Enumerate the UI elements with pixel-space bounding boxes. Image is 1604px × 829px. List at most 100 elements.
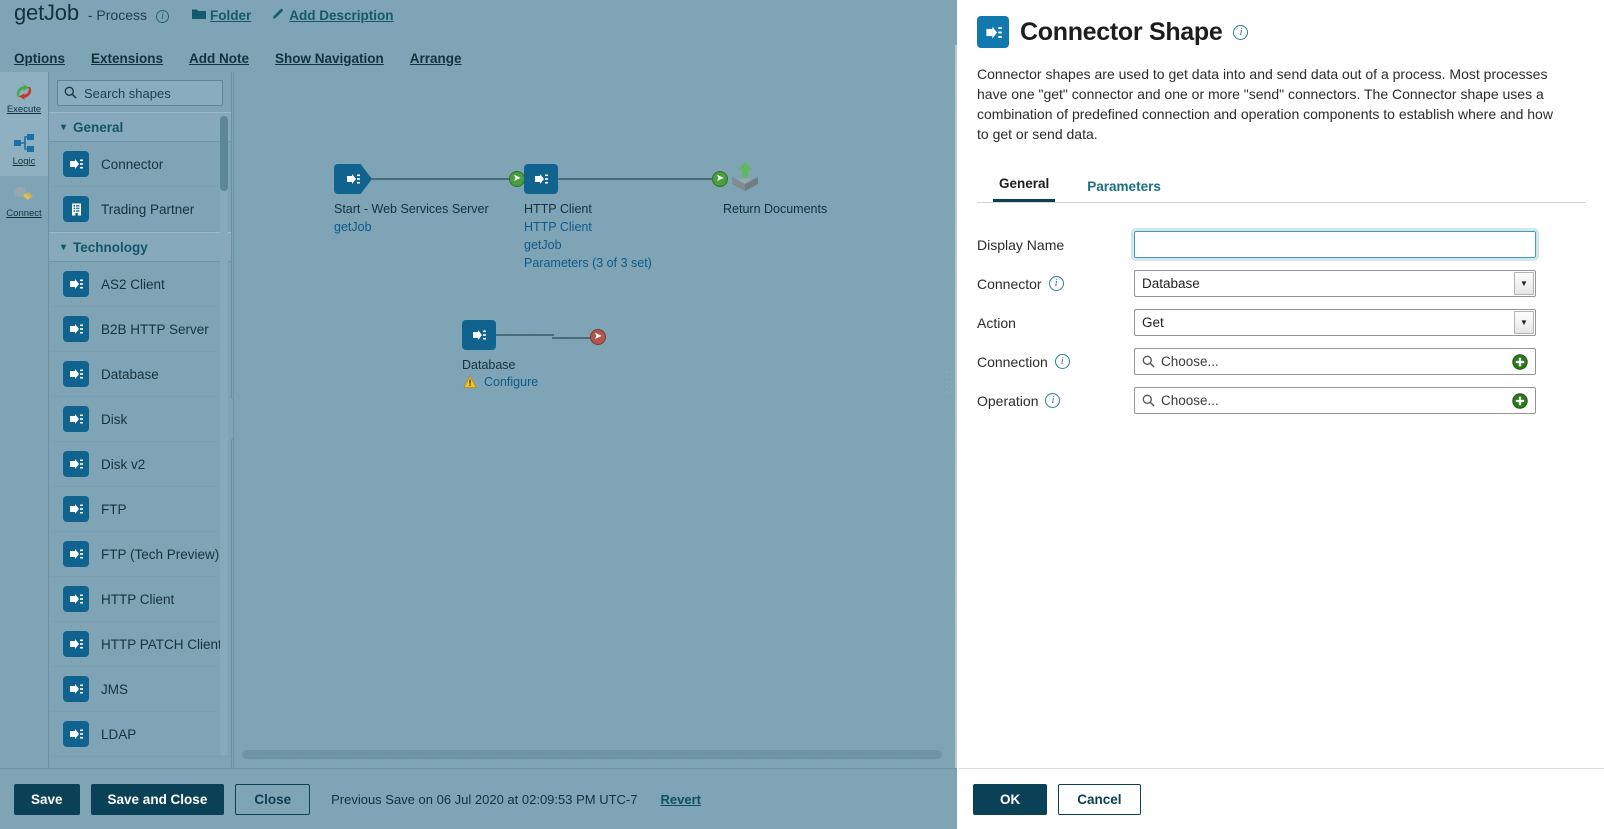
node-start-link[interactable]: getJob [334, 220, 372, 234]
caret-down-icon[interactable]: ▼ [1514, 272, 1534, 295]
folder-button[interactable]: Folder [191, 8, 251, 23]
process-type-label: - Process [87, 7, 147, 23]
dialog-description: Connector shapes are used to get data in… [977, 66, 1553, 142]
node-http-link-getjob[interactable]: getJob [524, 238, 562, 252]
search-icon [1142, 355, 1155, 368]
connector-shape-icon [63, 586, 89, 612]
field-row-display-name: Display Name [977, 225, 1586, 264]
shape-item-label: HTTP Client [101, 591, 175, 607]
shape-item-trading-partner[interactable]: Trading Partner [49, 187, 231, 232]
operation-chooser[interactable]: Choose... [1134, 387, 1536, 414]
shape-item-label: FTP (Tech Preview) [101, 546, 220, 562]
menu-add-note[interactable]: Add Note [189, 51, 249, 66]
shape-list[interactable]: ▾ General Connector Trading Partner ▾ Te… [49, 112, 231, 768]
shape-item[interactable]: Disk [49, 397, 231, 442]
dialog-form: Display Name Connector i Database ▼ Acti… [977, 225, 1586, 420]
shape-group-technology-label: Technology [73, 239, 148, 255]
node-database-link-configure[interactable]: Configure [484, 375, 538, 389]
cancel-button[interactable]: Cancel [1058, 783, 1141, 815]
shape-item[interactable]: Disk v2 [49, 442, 231, 487]
revert-link[interactable]: Revert [661, 792, 701, 807]
shape-item[interactable]: FTP [49, 487, 231, 532]
return-documents-shape[interactable] [728, 162, 762, 198]
shape-item-connector[interactable]: Connector [49, 142, 231, 187]
connector-select[interactable]: Database ▼ [1134, 270, 1536, 297]
caret-down-icon[interactable]: ▼ [1514, 311, 1534, 334]
info-icon[interactable]: i [155, 10, 169, 23]
connector-shape-icon [63, 676, 89, 702]
display-name-input[interactable] [1131, 228, 1539, 261]
info-icon[interactable]: i [1045, 393, 1061, 408]
save-and-close-button[interactable]: Save and Close [90, 783, 225, 815]
node-start-caption: Start - Web Services Server [334, 202, 489, 216]
shape-item-label: Database [101, 366, 159, 382]
node-http-link[interactable]: HTTP Client [524, 220, 592, 234]
shape-item-trading-partner-label: Trading Partner [101, 201, 195, 217]
canvas-horizontal-scrollbar[interactable] [242, 750, 942, 759]
shape-item[interactable]: Database [49, 352, 231, 397]
pane-splitter[interactable] [941, 0, 957, 768]
shape-item[interactable]: JMS [49, 667, 231, 712]
shape-item[interactable]: HTTP Client [49, 577, 231, 622]
connector-shape-icon [63, 496, 89, 522]
node-http-client[interactable] [524, 164, 558, 194]
node-database[interactable] [462, 320, 496, 350]
shape-item[interactable]: HTTP PATCH Client [49, 622, 231, 667]
connector-shape-icon [63, 451, 89, 477]
connector-shape[interactable] [524, 164, 558, 194]
process-canvas[interactable]: ➤ ➤ Start - Web Services Server getJob H… [233, 72, 955, 768]
palette-scrollbar-thumb[interactable] [220, 116, 228, 191]
dialog-title: Connector Shape [1020, 17, 1223, 46]
search-shapes-wrap [49, 72, 231, 112]
tab-parameters[interactable]: Parameters [1081, 179, 1167, 202]
add-circle-icon[interactable] [1512, 393, 1528, 409]
process-designer-screen: getJob - Process i Folder Add Descriptio… [0, 0, 1604, 829]
menu-options[interactable]: Options [14, 51, 65, 66]
node-start[interactable] [334, 164, 372, 194]
search-icon [1142, 394, 1155, 407]
node-return-documents[interactable] [728, 160, 762, 199]
connection-chooser[interactable]: Choose... [1134, 348, 1536, 375]
menu-arrange[interactable]: Arrange [410, 51, 462, 66]
shape-item[interactable]: AS2 Client [49, 262, 231, 307]
rail-item-logic[interactable]: Logic [0, 124, 48, 176]
info-icon[interactable]: i [1233, 24, 1249, 40]
action-select[interactable]: Get ▼ [1134, 309, 1536, 336]
info-icon[interactable]: i [1048, 276, 1064, 291]
ok-button[interactable]: OK [973, 783, 1048, 815]
menu-show-navigation[interactable]: Show Navigation [275, 51, 384, 66]
shape-item[interactable]: FTP (Tech Preview) [49, 532, 231, 577]
shape-item[interactable]: LDAP [49, 712, 231, 757]
search-shapes-box[interactable] [57, 80, 223, 106]
field-label-connector: Connector i [977, 276, 1134, 292]
connector-start-shape[interactable] [334, 164, 372, 194]
connector-select-value: Database [1142, 276, 1200, 291]
shape-group-technology[interactable]: ▾ Technology [49, 232, 231, 262]
add-description-button[interactable]: Add Description [272, 7, 394, 23]
connector-shape-icon [63, 721, 89, 747]
tab-general[interactable]: General [993, 176, 1056, 202]
rail-item-connect[interactable]: Connect [0, 176, 48, 228]
shape-item-label: Disk v2 [101, 456, 146, 472]
shape-group-general[interactable]: ▾ General [49, 112, 231, 142]
chevron-down-icon: ▾ [61, 241, 67, 253]
process-menu-bar: Options Extensions Add Note Show Navigat… [14, 47, 462, 69]
field-row-action: Action Get ▼ [977, 303, 1586, 342]
add-circle-icon[interactable] [1512, 354, 1528, 370]
menu-extensions[interactable]: Extensions [91, 51, 163, 66]
shape-item[interactable]: B2B HTTP Server [49, 307, 231, 352]
connector-shape[interactable] [462, 320, 496, 350]
close-button[interactable]: Close [235, 783, 311, 815]
node-http-link-parameters[interactable]: Parameters (3 of 3 set) [524, 256, 652, 270]
connector-shape-icon [63, 406, 89, 432]
palette-scrollbar[interactable] [220, 116, 228, 756]
arrow-green-into-return[interactable]: ➤ [712, 171, 728, 187]
page-title: getJob [14, 0, 79, 25]
search-input[interactable] [82, 84, 222, 102]
arrow-red-database-end[interactable]: ➤ [590, 329, 606, 345]
arrow-green-into-http[interactable]: ➤ [509, 171, 525, 187]
shape-item-label: HTTP PATCH Client [101, 636, 222, 652]
save-button[interactable]: Save [14, 783, 80, 815]
info-icon[interactable]: i [1054, 354, 1070, 369]
rail-item-execute[interactable]: Execute [0, 72, 48, 124]
